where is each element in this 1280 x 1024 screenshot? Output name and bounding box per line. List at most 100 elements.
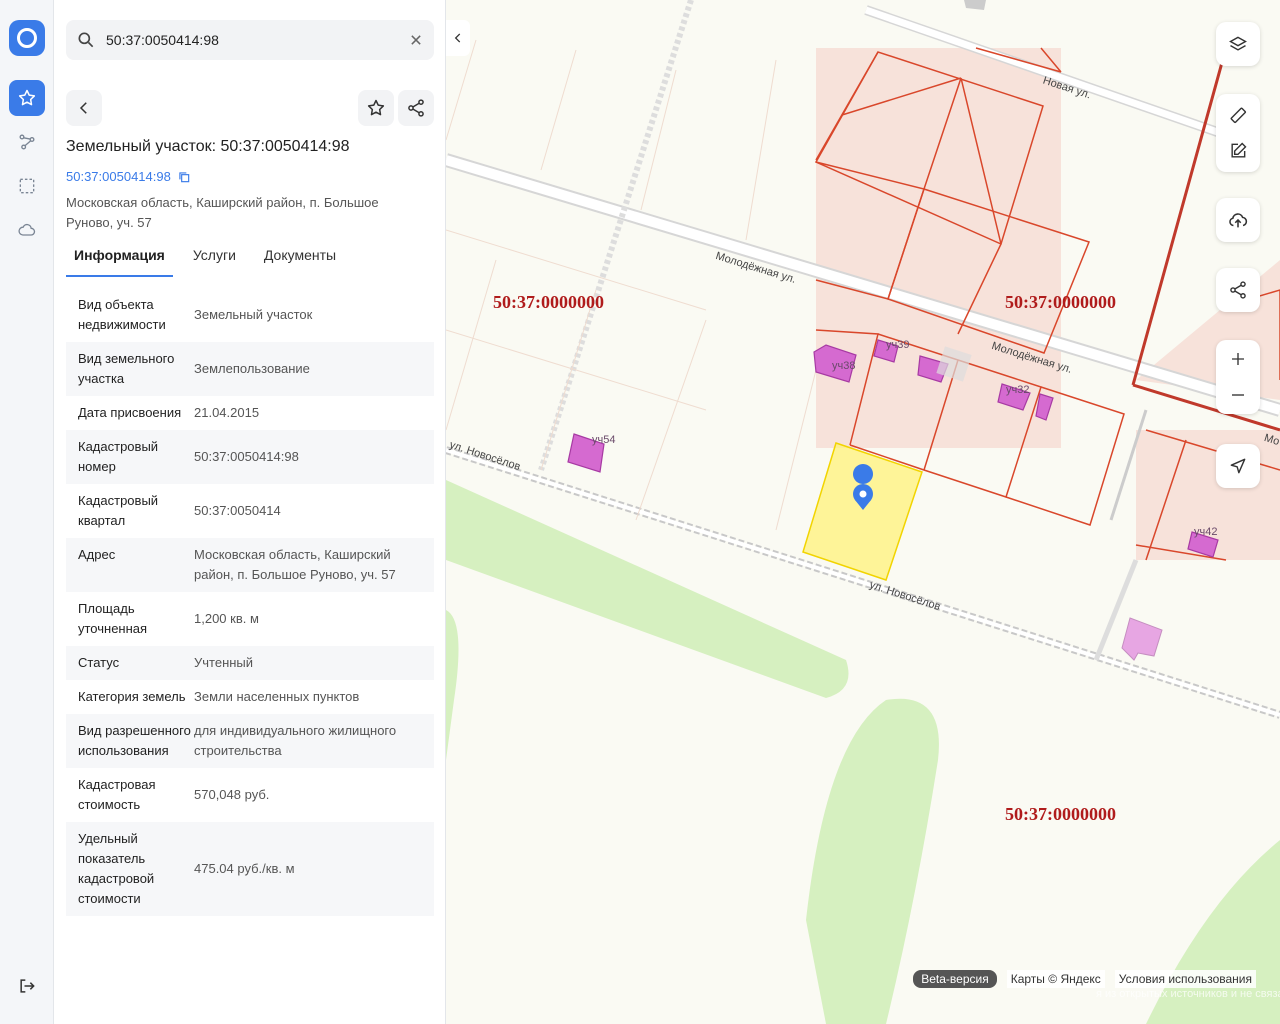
property-value: Земли населенных пунктов <box>194 689 360 704</box>
property-key: Кадастровый номер <box>78 439 159 474</box>
back-button[interactable] <box>66 90 102 126</box>
property-value: 50:37:0050414:98 <box>194 449 299 464</box>
quarter-label: 50:37:0000000 <box>1005 292 1116 312</box>
tools-control <box>1216 94 1260 172</box>
upload-button[interactable] <box>1216 198 1260 242</box>
table-row: Вид земельного участка Землепользование <box>66 342 434 396</box>
property-value: Учтенный <box>194 655 254 670</box>
tab-services[interactable]: Услуги <box>185 240 244 277</box>
share-control <box>1216 268 1260 312</box>
table-row: Площадь уточненная 1,200 кв. м <box>66 592 434 646</box>
cloud-icon <box>18 223 36 236</box>
copy-icon[interactable] <box>177 170 191 184</box>
upload-control <box>1216 198 1260 242</box>
table-row: Кадастровая стоимость 570,048 руб. <box>66 768 434 822</box>
property-value: 475.04 руб./кв. м <box>194 861 295 876</box>
property-key: Вид разрешенного использования <box>78 723 191 758</box>
cloud-upload-icon <box>1229 213 1248 228</box>
property-key: Площадь уточненная <box>78 601 148 636</box>
search-box <box>66 20 434 60</box>
cad-number-link[interactable]: 50:37:0050414:98 <box>66 169 191 184</box>
geolocation-control <box>1216 444 1260 488</box>
favorites-nav-button[interactable] <box>9 80 45 116</box>
routes-nav-button[interactable] <box>9 124 45 160</box>
info-panel: Земельный участок: 50:37:0050414:98 50:3… <box>54 0 446 1024</box>
cad-number-text[interactable]: 50:37:0050414:98 <box>66 169 171 184</box>
share-button[interactable] <box>398 90 434 126</box>
clear-search-icon[interactable] <box>406 30 426 50</box>
property-value: 570,048 руб. <box>194 787 270 802</box>
zoom-out-button[interactable] <box>1216 377 1260 413</box>
edit-icon <box>1231 142 1247 158</box>
star-icon <box>18 89 36 106</box>
beta-badge: Beta-версия <box>913 970 997 988</box>
tab-information[interactable]: Информация <box>66 240 173 277</box>
table-row: Статус Учтенный <box>66 646 434 680</box>
property-key: Адрес <box>78 547 116 562</box>
terms-link[interactable]: Условия использования <box>1114 970 1256 988</box>
layers-button[interactable] <box>1216 22 1260 66</box>
chevron-left-icon <box>454 33 461 43</box>
zoom-control <box>1216 340 1260 414</box>
table-row: Кадастровый квартал 50:37:0050414 <box>66 484 434 538</box>
map-view[interactable]: 50:37:0000000 50:37:0000000 50:37:000000… <box>446 0 1280 1024</box>
logout-button[interactable] <box>9 968 45 1004</box>
cloud-nav-button[interactable] <box>9 212 45 248</box>
property-key: Кадастровый квартал <box>78 493 159 528</box>
object-address: Московская область, Каширский район, п. … <box>66 195 379 230</box>
plot-label: уч32 <box>1006 384 1030 396</box>
property-value: для индивидуального жилищного строительс… <box>194 723 397 758</box>
share-icon <box>408 99 424 117</box>
minus-icon <box>1232 394 1244 396</box>
app-logo-icon[interactable] <box>9 20 45 56</box>
property-value: Землепользование <box>194 361 310 376</box>
property-key: Дата присвоения <box>78 405 182 420</box>
table-row: Дата присвоения 21.04.2015 <box>66 396 434 430</box>
property-key: Вид объекта недвижимости <box>78 297 166 332</box>
map-share-button[interactable] <box>1216 268 1260 312</box>
collapse-panel-button[interactable] <box>446 20 470 56</box>
layers-icon <box>1229 36 1247 51</box>
edit-button[interactable] <box>1216 133 1260 169</box>
map-canvas <box>446 0 1280 1024</box>
logout-icon <box>20 979 35 993</box>
plot-label: уч39 <box>886 339 910 351</box>
property-key: Вид земельного участка <box>78 351 175 386</box>
property-value: 21.04.2015 <box>194 405 260 420</box>
property-value: Московская область, Каширский район, п. … <box>194 547 396 582</box>
properties-table: Вид объекта недвижимости Земельный участо… <box>66 288 434 916</box>
page-title: Земельный участок: 50:37:0050414:98 <box>66 138 350 155</box>
property-value: 50:37:0050414 <box>194 503 281 518</box>
property-key: Кадастровая стоимость <box>78 777 156 812</box>
tab-bar: Информация Услуги Документы <box>66 240 356 277</box>
quarter-label: 50:37:0000000 <box>493 292 604 312</box>
share-icon <box>1230 281 1246 299</box>
search-icon <box>78 32 94 48</box>
table-row: Категория земель Земли населенных пунктов <box>66 680 434 714</box>
route-icon <box>19 134 35 150</box>
star-icon <box>367 99 385 116</box>
property-key: Статус <box>78 655 120 670</box>
chevron-left-icon <box>79 102 87 114</box>
plot-label: уч42 <box>1194 526 1218 538</box>
property-value: 1,200 кв. м <box>194 611 259 626</box>
plus-icon <box>1232 353 1244 365</box>
ruler-button[interactable] <box>1216 97 1260 133</box>
property-key: Категория земель <box>78 689 186 704</box>
copyright-link[interactable]: Карты © Яндекс <box>1006 970 1105 988</box>
layers-control <box>1216 22 1260 66</box>
plot-label: уч38 <box>832 360 856 372</box>
geolocation-button[interactable] <box>1216 444 1260 488</box>
favorite-button[interactable] <box>358 90 394 126</box>
map-disclaimer: я из открытых источников и не связан рав… <box>1096 988 1280 1000</box>
table-row: Вид разрешенного использования для индиви… <box>66 714 434 768</box>
left-rail <box>0 0 54 1024</box>
tab-documents[interactable]: Документы <box>256 240 344 277</box>
zoom-in-button[interactable] <box>1216 341 1260 377</box>
dashed-square-icon <box>19 178 35 194</box>
property-key: Удельный показатель кадастровой стоимост… <box>78 831 155 906</box>
search-input[interactable] <box>106 20 396 60</box>
map-footer: Beta-версия Карты © Яндекс Условия испол… <box>913 970 1256 988</box>
select-area-nav-button[interactable] <box>9 168 45 204</box>
table-row: Кадастровый номер 50:37:0050414:98 <box>66 430 434 484</box>
